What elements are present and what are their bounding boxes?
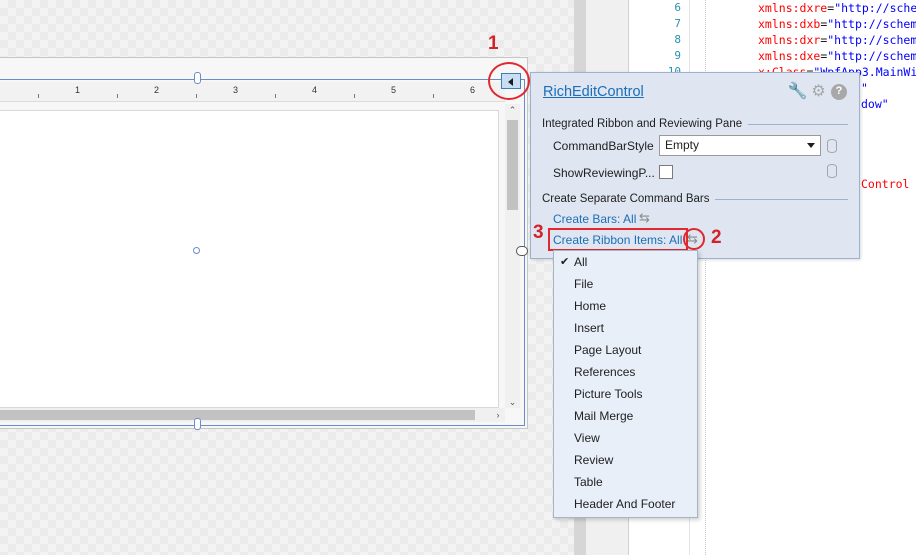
gear-icon[interactable]: ⚙ <box>810 83 827 100</box>
line-number: 6 <box>674 1 681 14</box>
dropdown-item-view[interactable]: View <box>554 427 697 449</box>
help-icon[interactable]: ? <box>831 83 847 100</box>
show-reviewing-checkbox[interactable] <box>659 165 673 179</box>
line-number: 7 <box>674 17 681 30</box>
dropdown-item-file[interactable]: File <box>554 273 697 295</box>
xml-attribute: xmlns:dxr <box>758 33 821 47</box>
link-icon[interactable] <box>516 246 528 256</box>
dropdown-item-page-layout[interactable]: Page Layout <box>554 339 697 361</box>
code-line[interactable]: xmlns:dxre="http://sche <box>758 0 916 16</box>
command-bar-style-label: CommandBarStyle <box>553 139 654 153</box>
dropdown-item-insert[interactable]: Insert <box>554 317 697 339</box>
annotation-number-3: 3 <box>533 222 544 243</box>
dropdown-item-references[interactable]: References <box>554 361 697 383</box>
panel-title-link[interactable]: RichEditControl <box>543 84 644 100</box>
code-line[interactable]: xmlns:dxb="http://schem <box>758 16 916 32</box>
wrench-icon[interactable]: 🔧 <box>788 83 808 100</box>
xml-attribute: xmlns:dxre <box>758 1 828 15</box>
dropdown-item-header-and-footer[interactable]: Header And Footer <box>554 493 697 515</box>
xml-attribute: xmlns:dxb <box>758 17 821 31</box>
database-icon[interactable] <box>827 164 837 178</box>
xml-value: "http://schem <box>827 17 916 31</box>
annotation-circle-1 <box>488 62 530 100</box>
checkmark-icon: ✔ <box>560 256 570 268</box>
xml-value: "http://sche <box>834 1 916 15</box>
code-line[interactable]: xmlns:dxr="http://schem <box>758 32 916 48</box>
show-reviewing-label: ShowReviewingP... <box>553 166 655 180</box>
dropdown-item-review[interactable]: Review <box>554 449 697 471</box>
dropdown-item-table[interactable]: Table <box>554 471 697 493</box>
dropdown-item-all[interactable]: ✔ All <box>554 251 697 273</box>
dropdown-item-home[interactable]: Home <box>554 295 697 317</box>
annotation-circle-2 <box>683 228 705 250</box>
xml-value: "http://schem <box>827 33 916 47</box>
code-fragment: dow" <box>861 97 889 111</box>
group-header-integrated: Integrated Ribbon and Reviewing Pane <box>542 118 848 130</box>
dropdown-item-mail-merge[interactable]: Mail Merge <box>554 405 697 427</box>
center-adorner <box>193 247 200 254</box>
panel-icon-bar: 🔧 ⚙ ? <box>788 83 847 100</box>
annotation-rect-3 <box>548 228 688 251</box>
dropdown-item-picture-tools[interactable]: Picture Tools <box>554 383 697 405</box>
code-line[interactable]: xmlns:dxe="http://schem <box>758 48 916 64</box>
chevron-down-icon <box>807 143 815 148</box>
code-fragment: Control x <box>861 177 910 191</box>
resize-handle-top[interactable] <box>194 72 201 84</box>
swap-arrows-icon[interactable]: ⇆ <box>639 210 650 226</box>
code-fragment: " <box>861 81 868 95</box>
annotation-number-2: 2 <box>711 227 722 248</box>
command-bar-style-combo[interactable]: Empty <box>659 135 821 156</box>
xml-attribute: xmlns:dxe <box>758 49 821 63</box>
create-bars-link[interactable]: Create Bars: All <box>553 212 636 226</box>
group-header-separate: Create Separate Command Bars <box>542 193 848 205</box>
database-icon[interactable] <box>827 139 837 153</box>
combo-value: Empty <box>665 138 700 152</box>
annotation-number-1: 1 <box>488 33 499 54</box>
line-number: 8 <box>674 33 681 46</box>
resize-handle-bottom[interactable] <box>194 418 201 430</box>
selection-outline <box>0 79 525 426</box>
line-number: 9 <box>674 49 681 62</box>
ribbon-items-dropdown: ✔ All File Home Insert Page Layout Refere… <box>553 250 698 518</box>
xml-value: "http://schem <box>827 49 916 63</box>
